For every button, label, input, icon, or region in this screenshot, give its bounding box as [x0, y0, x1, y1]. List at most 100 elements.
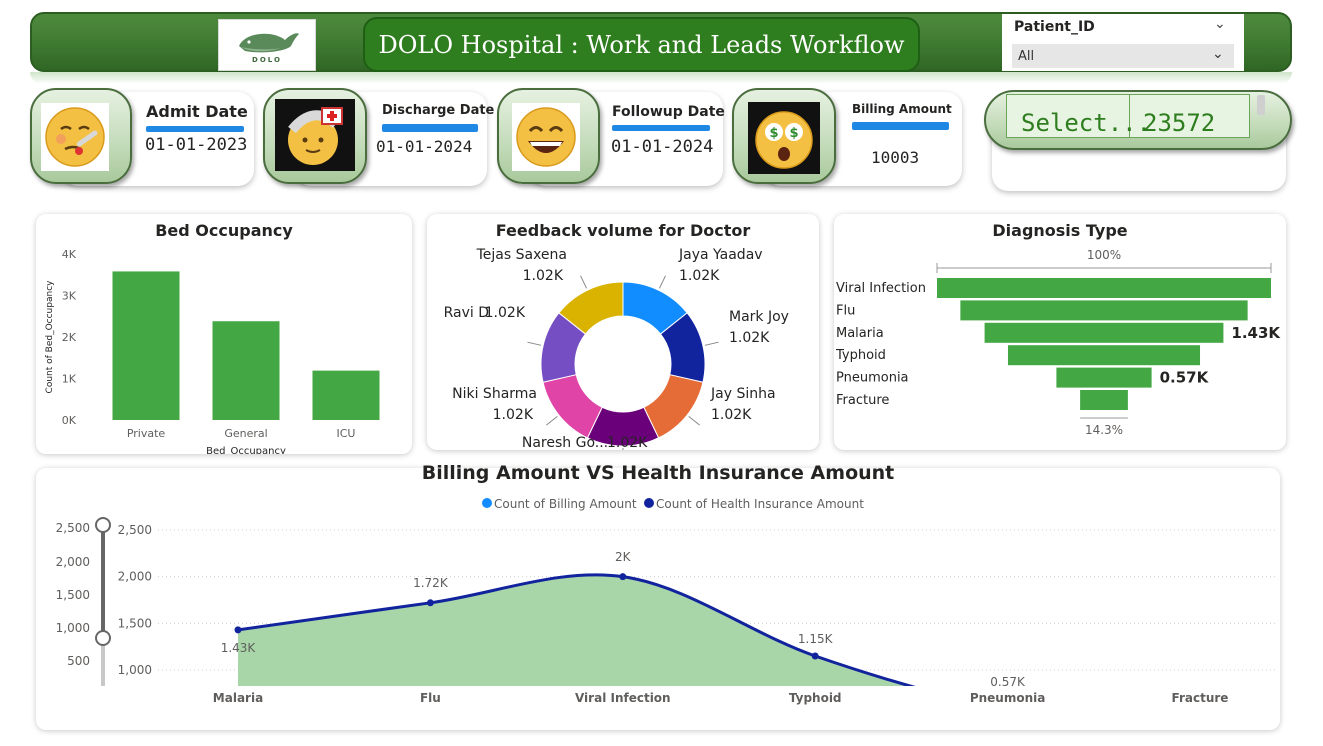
selector-table[interactable]: Select... 23572: [1006, 94, 1250, 138]
y-tick-label: 2,000: [118, 570, 152, 584]
billing-insurance-panel: Billing Amount VS Health Insurance Amoun…: [36, 462, 1280, 730]
bar-general: [212, 321, 280, 420]
leader-line: [688, 415, 700, 426]
slider-tick-label: 500: [67, 654, 90, 668]
data-label: 1.43K: [221, 641, 257, 655]
discharge-date-value: 01-01-2024: [376, 137, 473, 156]
leader-line: [658, 275, 666, 289]
bed-occupancy-panel: Bed Occupancy 0K 1K 2K 3K 4K Private General IC…: [36, 214, 412, 454]
kpi-ring-discharge: [263, 88, 367, 184]
slice-name-label: Ravi D: [444, 305, 489, 321]
y-tick-label: 4K: [62, 248, 77, 261]
x-tick-label: Private: [127, 427, 166, 440]
slice-value-label: 1.02K: [523, 268, 564, 284]
billing-area-chart: Count of Billing Amount Count of Health I…: [56, 497, 1276, 705]
followup-date-value: 01-01-2024: [611, 137, 714, 157]
leader-line: [580, 275, 588, 289]
y-tick-label: 2,500: [118, 523, 152, 537]
funnel-category-label: Malaria: [836, 326, 884, 341]
funnel-bar: [1056, 367, 1152, 388]
x-tick-label: Typhoid: [789, 691, 842, 705]
slice-name-label: Jay Sinha: [710, 386, 776, 402]
diagnosis-panel: Diagnosis Type 100% Viral Infection Flu Mal…: [834, 214, 1286, 450]
data-point: [234, 626, 242, 634]
legend-marker: [482, 498, 492, 508]
hospital-logo: DOLO: [218, 19, 316, 71]
bar-icu: [312, 370, 380, 420]
slice-name-label: Jaya Yaadav: [678, 247, 763, 263]
followup-date-label: Followup Date: [612, 104, 725, 120]
diagnosis-funnel-chart: 100% Viral Infection Flu Malaria 1.43K Typhoi…: [835, 248, 1281, 437]
chevron-down-icon[interactable]: ⌄: [1212, 46, 1224, 62]
funnel-data-label: 0.57K: [1160, 369, 1210, 387]
slider-tick-label: 1,500: [56, 588, 90, 602]
y-tick-label: 1,000: [118, 663, 152, 677]
leader-line: [704, 341, 719, 346]
y-tick-label: 1,500: [118, 616, 152, 630]
funnel-bar: [1080, 390, 1128, 410]
slider-tick-label: 2,000: [56, 555, 90, 569]
y-tick-label: 2K: [62, 331, 77, 344]
svg-text:$: $: [769, 126, 778, 141]
bed-occupancy-chart: 0K 1K 2K 3K 4K Private General ICU Bed_Occupancy…: [45, 248, 380, 454]
selector-scrollbar[interactable]: [1257, 95, 1265, 115]
slicer-dropdown[interactable]: All ⌄: [1012, 44, 1234, 68]
admit-date-label: Admit Date: [146, 102, 248, 121]
admit-date-underline: [146, 126, 244, 132]
legend-marker: [644, 498, 654, 508]
admit-date-value: 01-01-2023: [145, 135, 248, 155]
thermometer-face-icon: [41, 103, 109, 171]
kpi-ring-admit: [30, 88, 132, 184]
legend-label: Count of Billing Amount: [494, 497, 637, 511]
kpi-ring-billing: $ $: [732, 88, 836, 184]
kpi-ring-followup: [497, 88, 600, 184]
collapse-chevron-icon[interactable]: ⌄: [1214, 16, 1226, 32]
slicer-label: Patient_ID: [1014, 19, 1095, 35]
bar-private: [112, 271, 180, 420]
x-tick-label: Flu: [420, 691, 441, 705]
funnel-bottom-percent: 14.3%: [1085, 423, 1123, 437]
x-tick-label: Viral Infection: [575, 691, 671, 705]
logo-text: DOLO: [252, 56, 282, 64]
data-label: 2K: [615, 550, 632, 564]
y-axis-label: Count of Bed_Occupancy: [45, 280, 55, 394]
feedback-donut-chart: Jaya Yaadav 1.02K Mark Joy 1.02K Jay Sinha 1.…: [444, 247, 789, 450]
slice-name-label: Niki Sharma: [452, 386, 537, 402]
funnel-category-label: Fracture: [836, 393, 889, 408]
slice-value-label: 1.02K: [607, 435, 648, 450]
x-tick-label: Malaria: [213, 691, 263, 705]
slice-value-label: 1.02K: [729, 330, 770, 346]
slicer-selected-value: All: [1018, 49, 1035, 64]
header-shadow: [30, 72, 1292, 84]
data-label: 0.57K: [990, 675, 1026, 689]
followup-date-underline: [612, 125, 710, 131]
grinning-face-icon: [512, 103, 580, 171]
funnel-bar: [1007, 345, 1201, 366]
y-tick-label: 3K: [62, 290, 77, 303]
x-tick-label: Pneumonia: [970, 691, 1046, 705]
slice-value-label: 1.02K: [679, 268, 720, 284]
patient-id-slicer[interactable]: Patient_ID ⌄ All ⌄: [1002, 14, 1244, 71]
funnel-bar: [937, 278, 1271, 298]
svg-text:$: $: [789, 126, 798, 141]
slice-name-label: Tejas Saxena: [476, 247, 567, 263]
slider-tick-label: 1,000: [56, 621, 90, 635]
funnel-category-label: Flu: [836, 303, 855, 318]
discharge-date-underline: [382, 124, 478, 132]
feedback-panel: Feedback volume for Doctor Jaya Yaadav 1.…: [427, 214, 819, 450]
data-point: [426, 599, 434, 607]
data-label: 1.15K: [798, 632, 834, 646]
funnel-category-label: Typhoid: [835, 348, 886, 363]
slider-tick-label: 2,500: [56, 521, 90, 535]
selector-value: 23572: [1143, 109, 1216, 137]
legend-label: Count of Health Insurance Amount: [656, 497, 864, 511]
discharge-date-label: Discharge Date: [382, 103, 495, 118]
data-label: 1.72K: [413, 576, 449, 590]
funnel-top-percent: 100%: [1087, 248, 1121, 262]
x-tick-label: ICU: [337, 427, 356, 440]
leader-line: [546, 415, 558, 426]
slice-name-label: Mark Joy: [729, 309, 789, 325]
x-tick-label: General: [224, 427, 267, 440]
slice-value-label: 1.02K: [485, 305, 526, 321]
billing-amount-value: 10003: [871, 148, 920, 167]
